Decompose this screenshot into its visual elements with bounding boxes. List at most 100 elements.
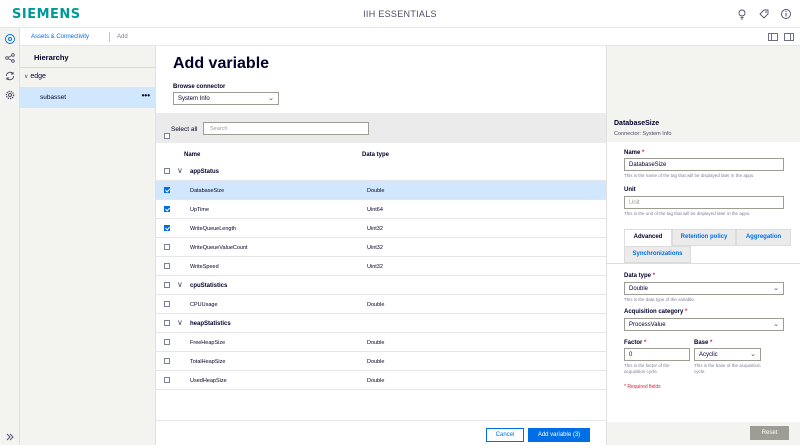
expand-chevrons-icon[interactable] [4, 430, 16, 442]
group-row[interactable]: ∨ cpuStatistics [156, 276, 606, 295]
base-select[interactable]: Acyclic ⌄ [694, 348, 761, 361]
toggle-right-panel-icon[interactable] [784, 32, 794, 44]
row-checkbox[interactable] [164, 301, 170, 309]
reset-button[interactable]: Reset [750, 426, 789, 440]
table-row[interactable]: UsedHeapSize Double [156, 371, 606, 390]
breadcrumb-current: Add [117, 34, 128, 40]
add-variable-button[interactable]: Add variable (3) [528, 428, 590, 442]
table-row[interactable]: WriteQueueValueCount Uint32 [156, 238, 606, 257]
table-row[interactable]: WriteQueueLength Uint32 [156, 219, 606, 238]
select-all-label: Select all [171, 126, 198, 133]
group-row[interactable]: ∨ appStatus [156, 162, 606, 181]
group-row[interactable]: ∨ heapStatistics [156, 314, 606, 333]
row-checkbox[interactable] [164, 358, 170, 366]
table-row[interactable]: CPUUsage Double [156, 295, 606, 314]
table-row[interactable]: TotalHeapSize Double [156, 352, 606, 371]
table-row[interactable]: WriteSpeed Uint32 [156, 257, 606, 276]
connector-select[interactable]: System Info ⌄ [173, 92, 279, 105]
connector-value: System Info [178, 96, 210, 102]
add-variable-panel: Add variable Browse connector System Inf… [156, 46, 606, 445]
row-checkbox[interactable] [164, 263, 170, 271]
chevron-down-icon: ⌄ [773, 321, 779, 328]
chevron-down-icon: ⌄ [750, 351, 756, 358]
chevron-down-icon[interactable]: ∨ [24, 74, 28, 80]
tag-icon[interactable] [758, 7, 770, 19]
row-checkbox[interactable] [164, 225, 170, 233]
variable-name: CPUUsage [190, 302, 218, 308]
more-options-icon[interactable]: ••• [142, 91, 150, 100]
tree-node-subasset[interactable]: subasset ••• [20, 87, 156, 108]
variable-type: Double [367, 340, 385, 346]
table-row[interactable]: DatabaseSize Double [156, 181, 606, 200]
group-label: appStatus [190, 169, 220, 175]
unit-hint: This is the unit of the tag that will be… [624, 211, 751, 216]
variable-name: TotalHeapSize [190, 359, 226, 365]
cancel-button[interactable]: Cancel [486, 428, 524, 442]
name-input[interactable]: DatabaseSize [624, 158, 784, 171]
breadcrumb-link-assets[interactable]: Assets & Connectivity [31, 34, 89, 40]
acquisition-value: ProcessValue [629, 322, 666, 328]
base-hint: This is the base of the acquisition cycl… [694, 363, 761, 374]
chevron-down-icon[interactable]: ∨ [177, 166, 183, 175]
acquisition-select[interactable]: ProcessValue ⌄ [624, 318, 784, 331]
page-title: Add variable [173, 55, 270, 72]
column-header-name[interactable]: Name [184, 152, 200, 158]
variable-name: DatabaseSize [190, 188, 225, 194]
assets-icon[interactable] [4, 32, 16, 44]
name-hint: This is the name of the tag that will be… [624, 173, 755, 178]
column-header-type[interactable]: Data type [362, 152, 389, 158]
chevron-down-icon[interactable]: ∨ [177, 318, 183, 327]
factor-input[interactable]: 0 [624, 348, 690, 361]
base-value: Acyclic [699, 352, 718, 358]
table-row[interactable]: UpTime Uint64 [156, 200, 606, 219]
variable-type: Double [367, 378, 385, 384]
details-title: DatabaseSize [614, 120, 660, 127]
row-checkbox[interactable] [164, 187, 170, 195]
sync-icon[interactable] [4, 69, 16, 81]
row-checkbox[interactable] [164, 377, 170, 385]
info-icon[interactable] [780, 7, 792, 19]
chevron-down-icon: ⌄ [773, 285, 779, 292]
select-all-checkbox[interactable] [164, 126, 170, 144]
variable-name: UpTime [190, 207, 210, 213]
datatype-label: Data type * [624, 273, 656, 279]
tab-retention-policy[interactable]: Retention policy [672, 229, 736, 246]
tree-node-edge[interactable]: ∨ edge [24, 73, 46, 80]
variable-type: Double [367, 188, 385, 194]
lightbulb-icon[interactable] [736, 7, 748, 20]
selection-bar: Select all Search [156, 113, 606, 143]
row-checkbox[interactable] [164, 282, 170, 290]
unit-input[interactable]: Unit [624, 196, 784, 209]
tab-synchronizations[interactable]: Synchronizations [624, 246, 691, 263]
acquisition-label: Acquisition category * [624, 309, 688, 315]
top-bar: SIEMENS IIH ESSENTIALS [0, 0, 800, 28]
row-checkbox[interactable] [164, 206, 170, 214]
toggle-left-panel-icon[interactable] [768, 32, 778, 44]
variable-name: WriteQueueValueCount [190, 245, 248, 251]
details-form: Name * DatabaseSize This is the name of … [607, 142, 800, 422]
datatype-hint: This is the data type of the variable. [624, 297, 696, 302]
details-panel: DatabaseSize Connector: System Info Name… [606, 46, 800, 445]
unit-label: Unit [624, 187, 636, 193]
tab-advanced[interactable]: Advanced [624, 229, 672, 246]
row-checkbox[interactable] [164, 339, 170, 347]
datatype-select[interactable]: Double ⌄ [624, 282, 784, 295]
row-checkbox[interactable] [164, 244, 170, 252]
base-label: Base * [694, 340, 713, 346]
search-input[interactable]: Search [203, 122, 369, 135]
factor-hint: This is the factor of the acquisition cy… [624, 363, 670, 374]
breadcrumb-separator [109, 32, 110, 42]
row-checkbox[interactable] [164, 168, 170, 176]
browse-connector-label: Browse connector [173, 84, 226, 90]
app-title: IIH ESSENTIALS [363, 9, 437, 19]
divider [20, 67, 156, 68]
tab-aggregation[interactable]: Aggregation [736, 229, 791, 246]
group-label: heapStatistics [190, 321, 231, 327]
divider [607, 263, 800, 264]
datatype-value: Double [629, 286, 649, 292]
table-row[interactable]: FreeHeapSize Double [156, 333, 606, 352]
row-checkbox[interactable] [164, 320, 170, 328]
connectivity-icon[interactable] [4, 51, 16, 63]
settings-gear-icon[interactable] [4, 88, 16, 100]
chevron-down-icon[interactable]: ∨ [177, 280, 183, 289]
